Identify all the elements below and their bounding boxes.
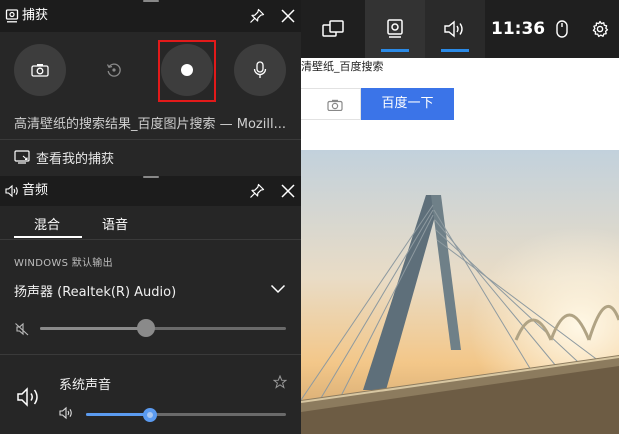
view-captures-link[interactable]: 查看我的捕获 [14,148,115,167]
audio-panel: 音频 混合 语音 WINDOWS 默认输出 扬声器 (Realtek(R) Au… [0,176,301,434]
mouse-settings-button[interactable] [549,0,575,58]
browser-page-heading: 清壁纸_百度搜索 [301,60,384,73]
active-tab-indicator [14,236,82,238]
replay-icon [106,63,121,77]
game-bar-toolbar: 11:36 [301,0,619,58]
browser-search-input[interactable] [301,88,361,120]
output-device-select[interactable]: 扬声器 (Realtek(R) Audio) [14,281,176,300]
system-volume-icon[interactable] [59,406,75,420]
widget-menu-button[interactable] [311,0,355,58]
browser-window: 清壁纸_百度搜索 百度一下 [301,0,619,434]
speaker-muted-icon[interactable] [14,322,30,336]
audio-toggle-button[interactable] [425,0,485,58]
master-volume-fill [40,327,146,330]
capture-panel-titlebar[interactable]: 捕获 [0,0,301,32]
star-icon[interactable] [273,375,287,389]
tab-mix[interactable]: 混合 [34,214,60,233]
chevron-down-icon[interactable] [270,284,286,294]
wallpaper-photo [301,150,619,434]
system-volume-fill [86,413,150,416]
capture-title-icon [5,9,19,23]
captured-window-title: 高清壁纸的搜索结果_百度图片搜索 — Mozill... [14,117,286,132]
tab-voice[interactable]: 语音 [102,214,128,233]
system-volume-slider[interactable] [86,408,286,422]
audio-tabs: 混合 语音 [0,206,301,240]
default-output-label: WINDOWS 默认输出 [14,258,113,269]
pin-icon[interactable] [249,183,265,199]
close-icon[interactable] [280,8,296,24]
system-sound-label: 系统声音 [59,378,112,393]
microphone-icon [253,61,267,78]
pin-icon[interactable] [249,8,265,24]
clock: 11:36 [491,19,546,39]
audio-panel-title: 音频 [22,183,49,198]
master-volume-slider[interactable] [40,319,286,337]
audio-active-indicator [441,49,469,52]
divider [0,239,301,240]
divider [0,354,301,355]
divider [0,139,301,140]
capture-toggle-button[interactable] [365,0,425,58]
audio-icon [444,20,463,38]
browser-search-row: 百度一下 [301,84,619,124]
capture-icon [387,19,403,38]
mouse-icon [556,20,568,38]
speaker-icon [5,184,18,198]
gallery-icon [14,150,30,164]
gear-icon [592,20,609,38]
drag-handle[interactable] [143,0,159,2]
capture-panel: 捕获 高清壁纸的搜索结果_百度图片搜索 — Mozill... 查看我的捕获 [0,0,301,176]
capture-panel-title: 捕获 [22,8,49,23]
record-last-button[interactable] [88,44,140,96]
microphone-button[interactable] [234,44,286,96]
system-volume-thumb[interactable] [143,408,157,422]
camera-search-icon[interactable] [327,99,343,111]
widget-menu-icon [322,20,344,37]
close-icon[interactable] [280,183,296,199]
master-volume-thumb[interactable] [136,319,155,337]
drag-handle[interactable] [143,176,159,178]
capture-active-indicator [381,49,409,52]
record-highlight-box [158,40,216,102]
audio-panel-titlebar[interactable]: 音频 [0,176,301,206]
screenshot-button[interactable] [14,44,66,96]
system-sound-icon [17,387,38,407]
browser-search-button[interactable]: 百度一下 [361,88,454,120]
view-captures-label: 查看我的捕获 [36,151,115,167]
settings-button[interactable] [585,0,615,58]
camera-icon [31,64,49,77]
